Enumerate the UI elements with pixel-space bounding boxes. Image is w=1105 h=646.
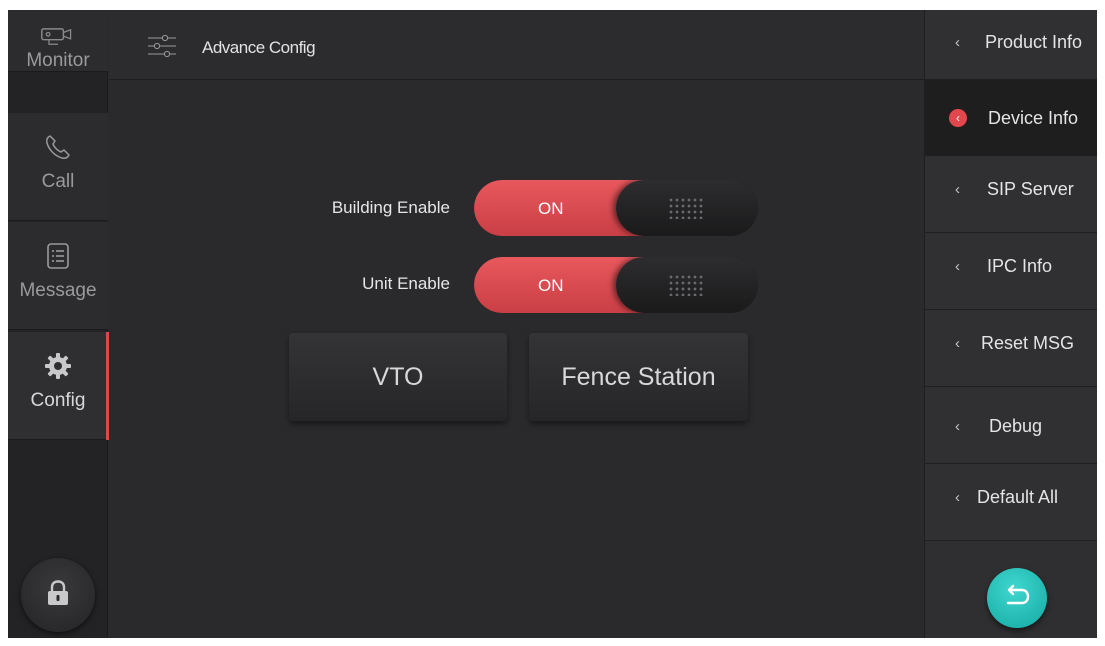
building-enable-toggle[interactable]: ON bbox=[474, 180, 758, 236]
nav-item-monitor[interactable]: Monitor bbox=[8, 10, 108, 72]
gear-icon bbox=[40, 348, 76, 384]
right-nav-item-device-info[interactable]: ‹ Device Info bbox=[925, 80, 1097, 156]
back-arrow-icon bbox=[1002, 583, 1032, 614]
chevron-left-icon: ‹ bbox=[955, 34, 960, 51]
nav-item-config[interactable]: Config bbox=[8, 332, 109, 440]
toggle-state-text: ON bbox=[538, 199, 564, 218]
right-nav-item-ipc-info[interactable]: ‹ IPC Info bbox=[925, 234, 1097, 310]
right-nav-label: Debug bbox=[989, 416, 1043, 436]
right-nav-label: Device Info bbox=[988, 108, 1079, 128]
right-nav-item-product-info[interactable]: ‹ Product Info bbox=[925, 10, 1097, 80]
toggle-state-text: ON bbox=[538, 276, 564, 295]
message-list-icon bbox=[40, 238, 76, 274]
chevron-left-icon: ‹ bbox=[955, 418, 960, 435]
nav-label-call: Call bbox=[41, 171, 75, 192]
back-button[interactable] bbox=[987, 568, 1047, 628]
right-nav-label: Reset MSG bbox=[981, 333, 1075, 353]
page-title: Advance Config bbox=[202, 38, 316, 57]
chevron-left-icon: ‹ bbox=[955, 181, 960, 198]
unit-enable-label: Unit Enable bbox=[362, 274, 450, 293]
right-nav-label: SIP Server bbox=[987, 179, 1074, 199]
left-nav: Monitor Call Message Config bbox=[8, 10, 109, 638]
nav-label-config: Config bbox=[30, 390, 86, 411]
nav-label-monitor: Monitor bbox=[26, 50, 90, 71]
right-nav-item-sip-server[interactable]: ‹ SIP Server bbox=[925, 157, 1097, 233]
right-nav-item-default-all[interactable]: ‹ Default All bbox=[925, 465, 1097, 541]
chevron-left-icon: ‹ bbox=[955, 489, 960, 506]
nav-item-message[interactable]: Message bbox=[8, 222, 108, 330]
chevron-left-icon: ‹ bbox=[955, 335, 960, 352]
phone-icon bbox=[40, 129, 76, 165]
fence-station-button[interactable]: Fence Station bbox=[529, 333, 748, 421]
right-nav-item-reset-msg[interactable]: ‹ Reset MSG bbox=[925, 311, 1097, 387]
grip-dots-icon bbox=[668, 274, 704, 296]
grip-dots-icon bbox=[668, 197, 704, 219]
chevron-left-icon: ‹ bbox=[955, 258, 960, 275]
right-nav-label: IPC Info bbox=[987, 256, 1053, 276]
nav-label-message: Message bbox=[19, 280, 97, 301]
toggle-knob[interactable] bbox=[616, 257, 758, 313]
right-nav: ‹ Product Info ‹ Device Info ‹ SIP Serve… bbox=[924, 10, 1097, 638]
chevron-left-icon: ‹ bbox=[949, 109, 967, 127]
right-nav-label: Product Info bbox=[985, 32, 1083, 52]
unit-enable-toggle[interactable]: ON bbox=[474, 257, 758, 313]
app-window: Monitor Call Message Config Advance Conf… bbox=[8, 10, 1097, 638]
lock-icon bbox=[46, 579, 70, 611]
right-nav-label: Default All bbox=[977, 487, 1059, 507]
sliders-icon bbox=[147, 34, 177, 63]
lock-button[interactable] bbox=[21, 558, 95, 632]
vto-button[interactable]: VTO bbox=[289, 333, 507, 421]
header-bar: Advance Config bbox=[109, 10, 924, 80]
toggle-knob[interactable] bbox=[616, 180, 758, 236]
nav-item-call[interactable]: Call bbox=[8, 113, 108, 221]
right-nav-item-debug[interactable]: ‹ Debug bbox=[925, 388, 1097, 464]
camera-icon bbox=[40, 26, 76, 48]
building-enable-label: Building Enable bbox=[331, 198, 450, 217]
